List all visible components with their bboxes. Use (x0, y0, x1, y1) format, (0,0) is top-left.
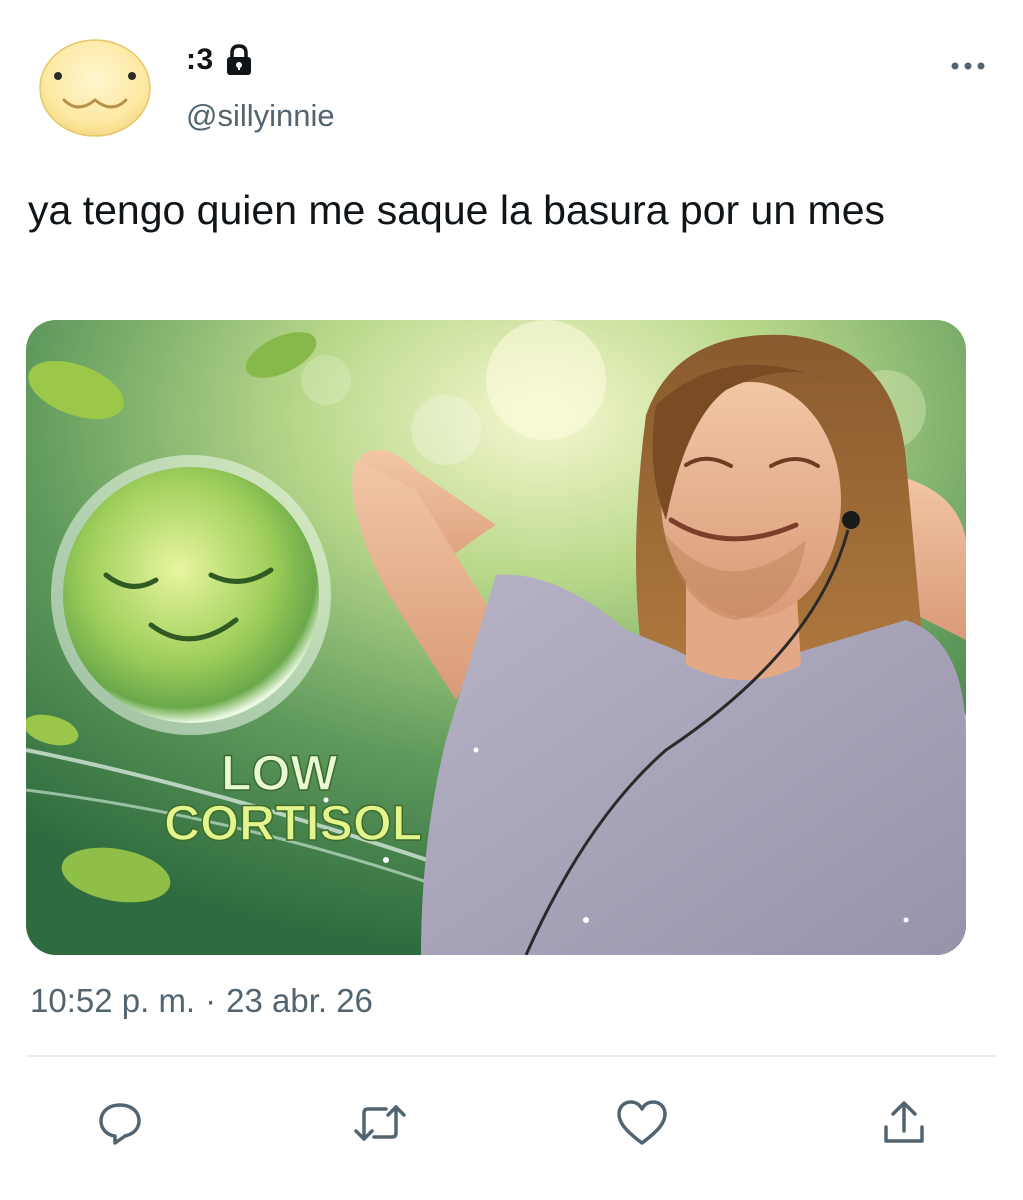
tweet-text: ya tengo quien me saque la basura por un… (28, 187, 885, 233)
meme-text-low: LOW (221, 745, 338, 801)
tweet-date: 23 abr. 26 (226, 982, 373, 1019)
low-cortisol-meme-image: LOW CORTISOL (26, 320, 966, 955)
smiling-blob-avatar-icon (39, 39, 151, 137)
meme-text-cortisol: CORTISOL (164, 795, 422, 851)
more-options-icon[interactable] (948, 56, 988, 76)
lock-icon (226, 44, 251, 75)
tweet-time: 10:52 p. m. (30, 982, 196, 1019)
like-button[interactable] (612, 1095, 672, 1151)
display-name-row: :3 (186, 40, 254, 80)
tweet-media-image[interactable]: LOW CORTISOL (26, 320, 966, 955)
divider (26, 1055, 996, 1057)
reply-button[interactable] (90, 1095, 150, 1151)
display-name[interactable]: :3 (186, 43, 214, 77)
retweet-icon (354, 1105, 406, 1141)
share-icon (884, 1101, 924, 1143)
user-handle[interactable]: @sillyinnie (186, 98, 335, 134)
reply-icon (99, 1103, 141, 1145)
tweet-timestamp[interactable]: 10:52 p. m. · 23 abr. 26 (30, 982, 373, 1020)
share-button[interactable] (874, 1095, 934, 1151)
avatar[interactable] (38, 38, 152, 138)
tweet: :3 @sillyinnie ya tengo quien me saque l… (0, 0, 1023, 1200)
timestamp-separator: · (205, 982, 217, 1019)
retweet-button[interactable] (350, 1095, 410, 1151)
like-icon (617, 1100, 667, 1145)
